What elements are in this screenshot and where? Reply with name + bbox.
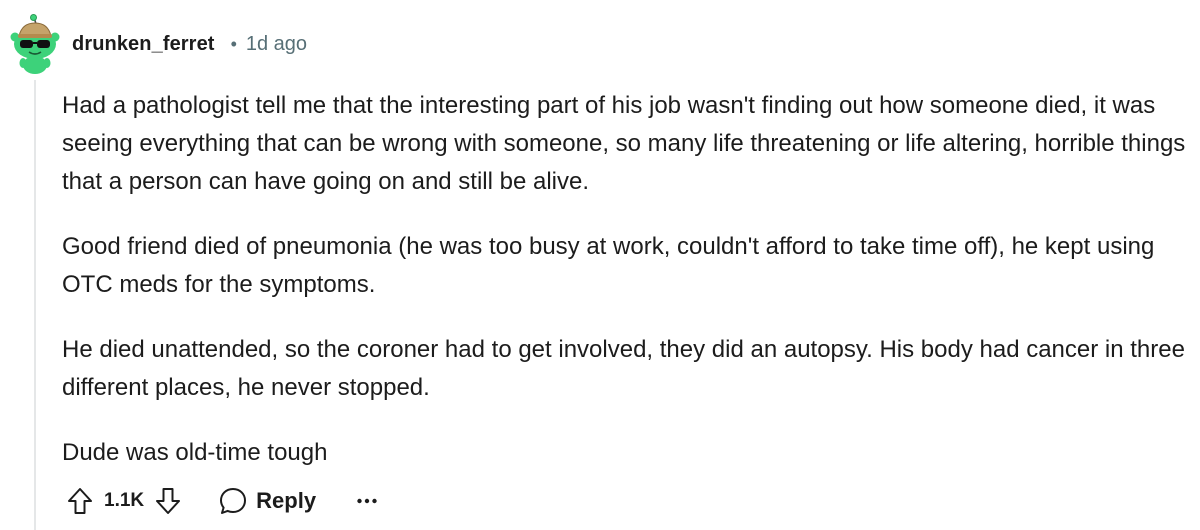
upvote-button[interactable] (62, 483, 98, 519)
vote-score: 1.1K (104, 490, 145, 511)
comment-timestamp[interactable]: 1d ago (246, 33, 307, 56)
comment: drunken_ferret • 1d ago Had a pathologis… (0, 0, 1200, 530)
comment-actions: 1.1K Reply (62, 478, 378, 524)
comment-paragraph: Good friend died of pneumonia (he was to… (62, 233, 1155, 298)
comment-paragraph: He died unattended, so the coroner had t… (62, 336, 1185, 401)
arrow-down-icon (156, 488, 181, 514)
arrow-up-icon (68, 488, 92, 514)
comment-paragraph: Dude was old-time tough (62, 439, 328, 466)
downvote-button[interactable] (150, 483, 186, 519)
reply-label: Reply (256, 488, 317, 513)
thread-line[interactable] (34, 80, 36, 530)
comment-paragraph: Had a pathologist tell me that the inter… (62, 92, 1186, 195)
author-username[interactable]: drunken_ferret (72, 33, 215, 56)
comment-body: Had a pathologist tell me that the inter… (62, 87, 1187, 499)
reply-button[interactable]: Reply (218, 486, 316, 516)
speech-bubble-icon (220, 488, 247, 514)
meta-separator: • (230, 33, 237, 54)
ellipsis-icon (357, 498, 377, 504)
comment-header: drunken_ferret • 1d ago (10, 14, 307, 74)
snoo-avatar-icon[interactable] (10, 14, 60, 74)
more-options-button[interactable] (356, 483, 378, 519)
